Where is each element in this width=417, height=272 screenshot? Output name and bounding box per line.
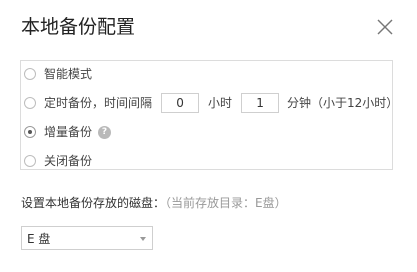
disk-setting-label: 设置本地备份存放的磁盘：（当前存放目录：E盘） bbox=[21, 195, 287, 211]
minutes-unit-label: 分钟（小于12小时） bbox=[287, 96, 399, 110]
current-dir-hint: （当前存放目录：E盘） bbox=[165, 196, 287, 210]
hours-unit-label: 小时 bbox=[208, 96, 233, 110]
option-disable-backup[interactable]: 关闭备份 bbox=[24, 150, 92, 172]
option-smart-mode[interactable]: 智能模式 bbox=[24, 63, 92, 85]
option-incremental-backup-label: 增量备份 bbox=[44, 125, 93, 139]
option-disable-backup-label: 关闭备份 bbox=[44, 154, 93, 168]
option-scheduled-backup-label: 定时备份，时间间隔 bbox=[44, 96, 153, 110]
radio-smart-mode[interactable] bbox=[24, 68, 36, 80]
option-scheduled-backup[interactable]: 定时备份，时间间隔 小时 分钟（小于12小时） bbox=[24, 92, 398, 114]
close-icon bbox=[377, 19, 393, 35]
minutes-input[interactable] bbox=[241, 93, 280, 113]
backup-config-dialog: 本地备份配置 智能模式 定时备份，时间间隔 小时 分钟（小于12小时） 增量备份… bbox=[0, 0, 417, 272]
dialog-title: 本地备份配置 bbox=[21, 16, 136, 38]
radio-disable-backup[interactable] bbox=[24, 155, 36, 167]
disk-select-value: E 盘 bbox=[27, 231, 51, 246]
option-incremental-backup[interactable]: 增量备份 ? bbox=[24, 121, 112, 143]
hours-input[interactable] bbox=[161, 93, 200, 113]
disk-select[interactable]: E 盘 bbox=[21, 226, 153, 250]
backup-mode-group: 智能模式 定时备份，时间间隔 小时 分钟（小于12小时） 增量备份 ? 关闭备份 bbox=[20, 60, 398, 172]
disk-label-text: 设置本地备份存放的磁盘： bbox=[21, 196, 166, 210]
question-icon[interactable]: ? bbox=[98, 125, 112, 139]
radio-scheduled-backup[interactable] bbox=[24, 97, 36, 109]
option-smart-mode-label: 智能模式 bbox=[44, 67, 93, 81]
caret-down-icon bbox=[140, 237, 146, 241]
close-button[interactable] bbox=[376, 18, 394, 36]
radio-incremental-backup[interactable] bbox=[24, 126, 36, 138]
